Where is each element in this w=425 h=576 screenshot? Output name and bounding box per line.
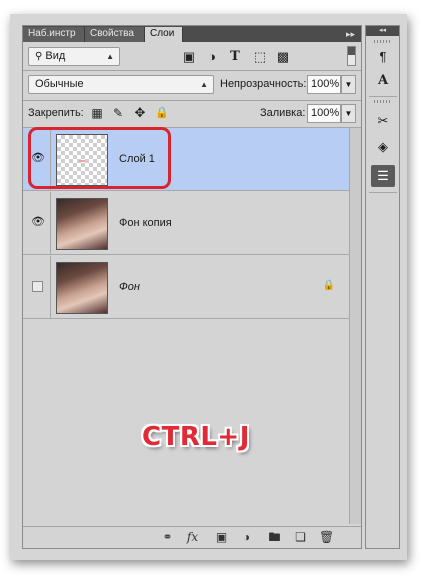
panel-dock: ◂◂ ¶ A ✂ ◈ ☰ [365,25,400,549]
mask-icon[interactable]: ▣ [214,530,229,545]
chevron-updown-icon: ▲ [106,52,114,61]
layer-thumbnail [56,262,108,314]
paragraph-styles-icon[interactable]: ¶ [371,46,395,68]
smart-object-filter-icon[interactable]: ▩ [275,49,291,65]
dock-separator [369,96,397,97]
chevron-down-icon[interactable]: ▼ [341,75,356,94]
dock-collapse-icon[interactable]: ◂◂ [366,26,399,36]
chevron-down-icon[interactable]: ▼ [341,104,356,123]
shape-filter-icon[interactable]: ⬚ [252,49,268,65]
fx-icon[interactable]: fx [185,530,200,545]
lock-label: Закрепить: [28,107,84,119]
opacity-input[interactable]: 100% [307,75,341,94]
folder-icon[interactable]: 🖿 [267,530,282,545]
adjustment-filter-icon[interactable]: ◑ [204,49,220,65]
fill-label: Заливка: [260,107,306,119]
link-icon[interactable]: ⚭ [160,530,175,545]
layer-filter-select[interactable]: ⚲ Вид ▲ [28,47,120,66]
blend-mode-value: Обычные [35,78,84,90]
dock-separator [369,192,397,193]
dock-grip[interactable] [374,40,392,43]
filter-toggle-switch[interactable] [347,46,356,66]
trash-icon[interactable]: 🗑 [319,530,334,545]
visibility-toggle[interactable]: 👁 [23,192,51,254]
layers-panel: Наб.инстр Свойства Слои ▸▸ ⚲ Вид ▲ ▣ ◑ T… [22,25,362,549]
separator [23,70,361,71]
collapse-panel-icon[interactable]: ▸▸ [346,27,355,41]
layers-bottom-toolbar: ⚭ fx ▣ ◑ 🖿 ❏ 🗑 [23,526,361,548]
layer-name[interactable]: Фон [119,281,140,293]
adjustment-icon[interactable]: ◑ [239,530,254,545]
layer-filter-label: Вид [45,50,66,62]
lock-all-icon[interactable]: 🔒 [154,105,170,121]
lock-icon: 🔒 [322,280,335,291]
separator [23,100,361,101]
tab-properties[interactable]: Свойства [85,27,145,42]
text-filter-icon[interactable]: T [227,49,243,65]
chevron-updown-icon: ▲ [200,80,208,89]
blend-mode-select[interactable]: Обычные ▲ [28,75,214,94]
visibility-toggle[interactable] [23,256,51,318]
eye-icon: 👁 [31,216,45,228]
new-layer-icon[interactable]: ❏ [293,530,308,545]
character-styles-icon[interactable]: A [371,70,395,92]
dock-grip[interactable] [374,100,392,103]
toggle-knob [348,47,355,55]
layers-scrollbar[interactable] [349,128,361,524]
search-icon: ⚲ [35,51,43,62]
layer-name[interactable]: Фон копия [119,217,172,229]
layers-icon[interactable]: ☰ [371,165,395,187]
lock-image-pixels-icon[interactable]: ✎ [110,105,126,121]
hidden-checkbox-icon [32,281,43,292]
3d-icon[interactable]: ◈ [371,136,395,158]
shortcut-annotation: CTRL+J [142,422,250,452]
highlight-outline [28,127,171,189]
opacity-label: Непрозрачность: [220,78,307,90]
panel-tabbar: Наб.инстр Свойства Слои ▸▸ [23,26,361,42]
tab-layers[interactable]: Слои [145,27,183,42]
layer-row-background-copy[interactable]: 👁 Фон копия [23,192,349,255]
fill-input[interactable]: 100% [307,104,341,123]
layer-row-background[interactable]: Фон 🔒 [23,256,349,319]
lock-transparent-pixels-icon[interactable]: ▦ [89,105,105,121]
tab-tool-presets[interactable]: Наб.инстр [23,27,85,42]
image-filter-icon[interactable]: ▣ [181,49,197,65]
layer-thumbnail [56,198,108,250]
tools-icon[interactable]: ✂ [371,110,395,132]
lock-position-icon[interactable]: ✥ [132,105,148,121]
